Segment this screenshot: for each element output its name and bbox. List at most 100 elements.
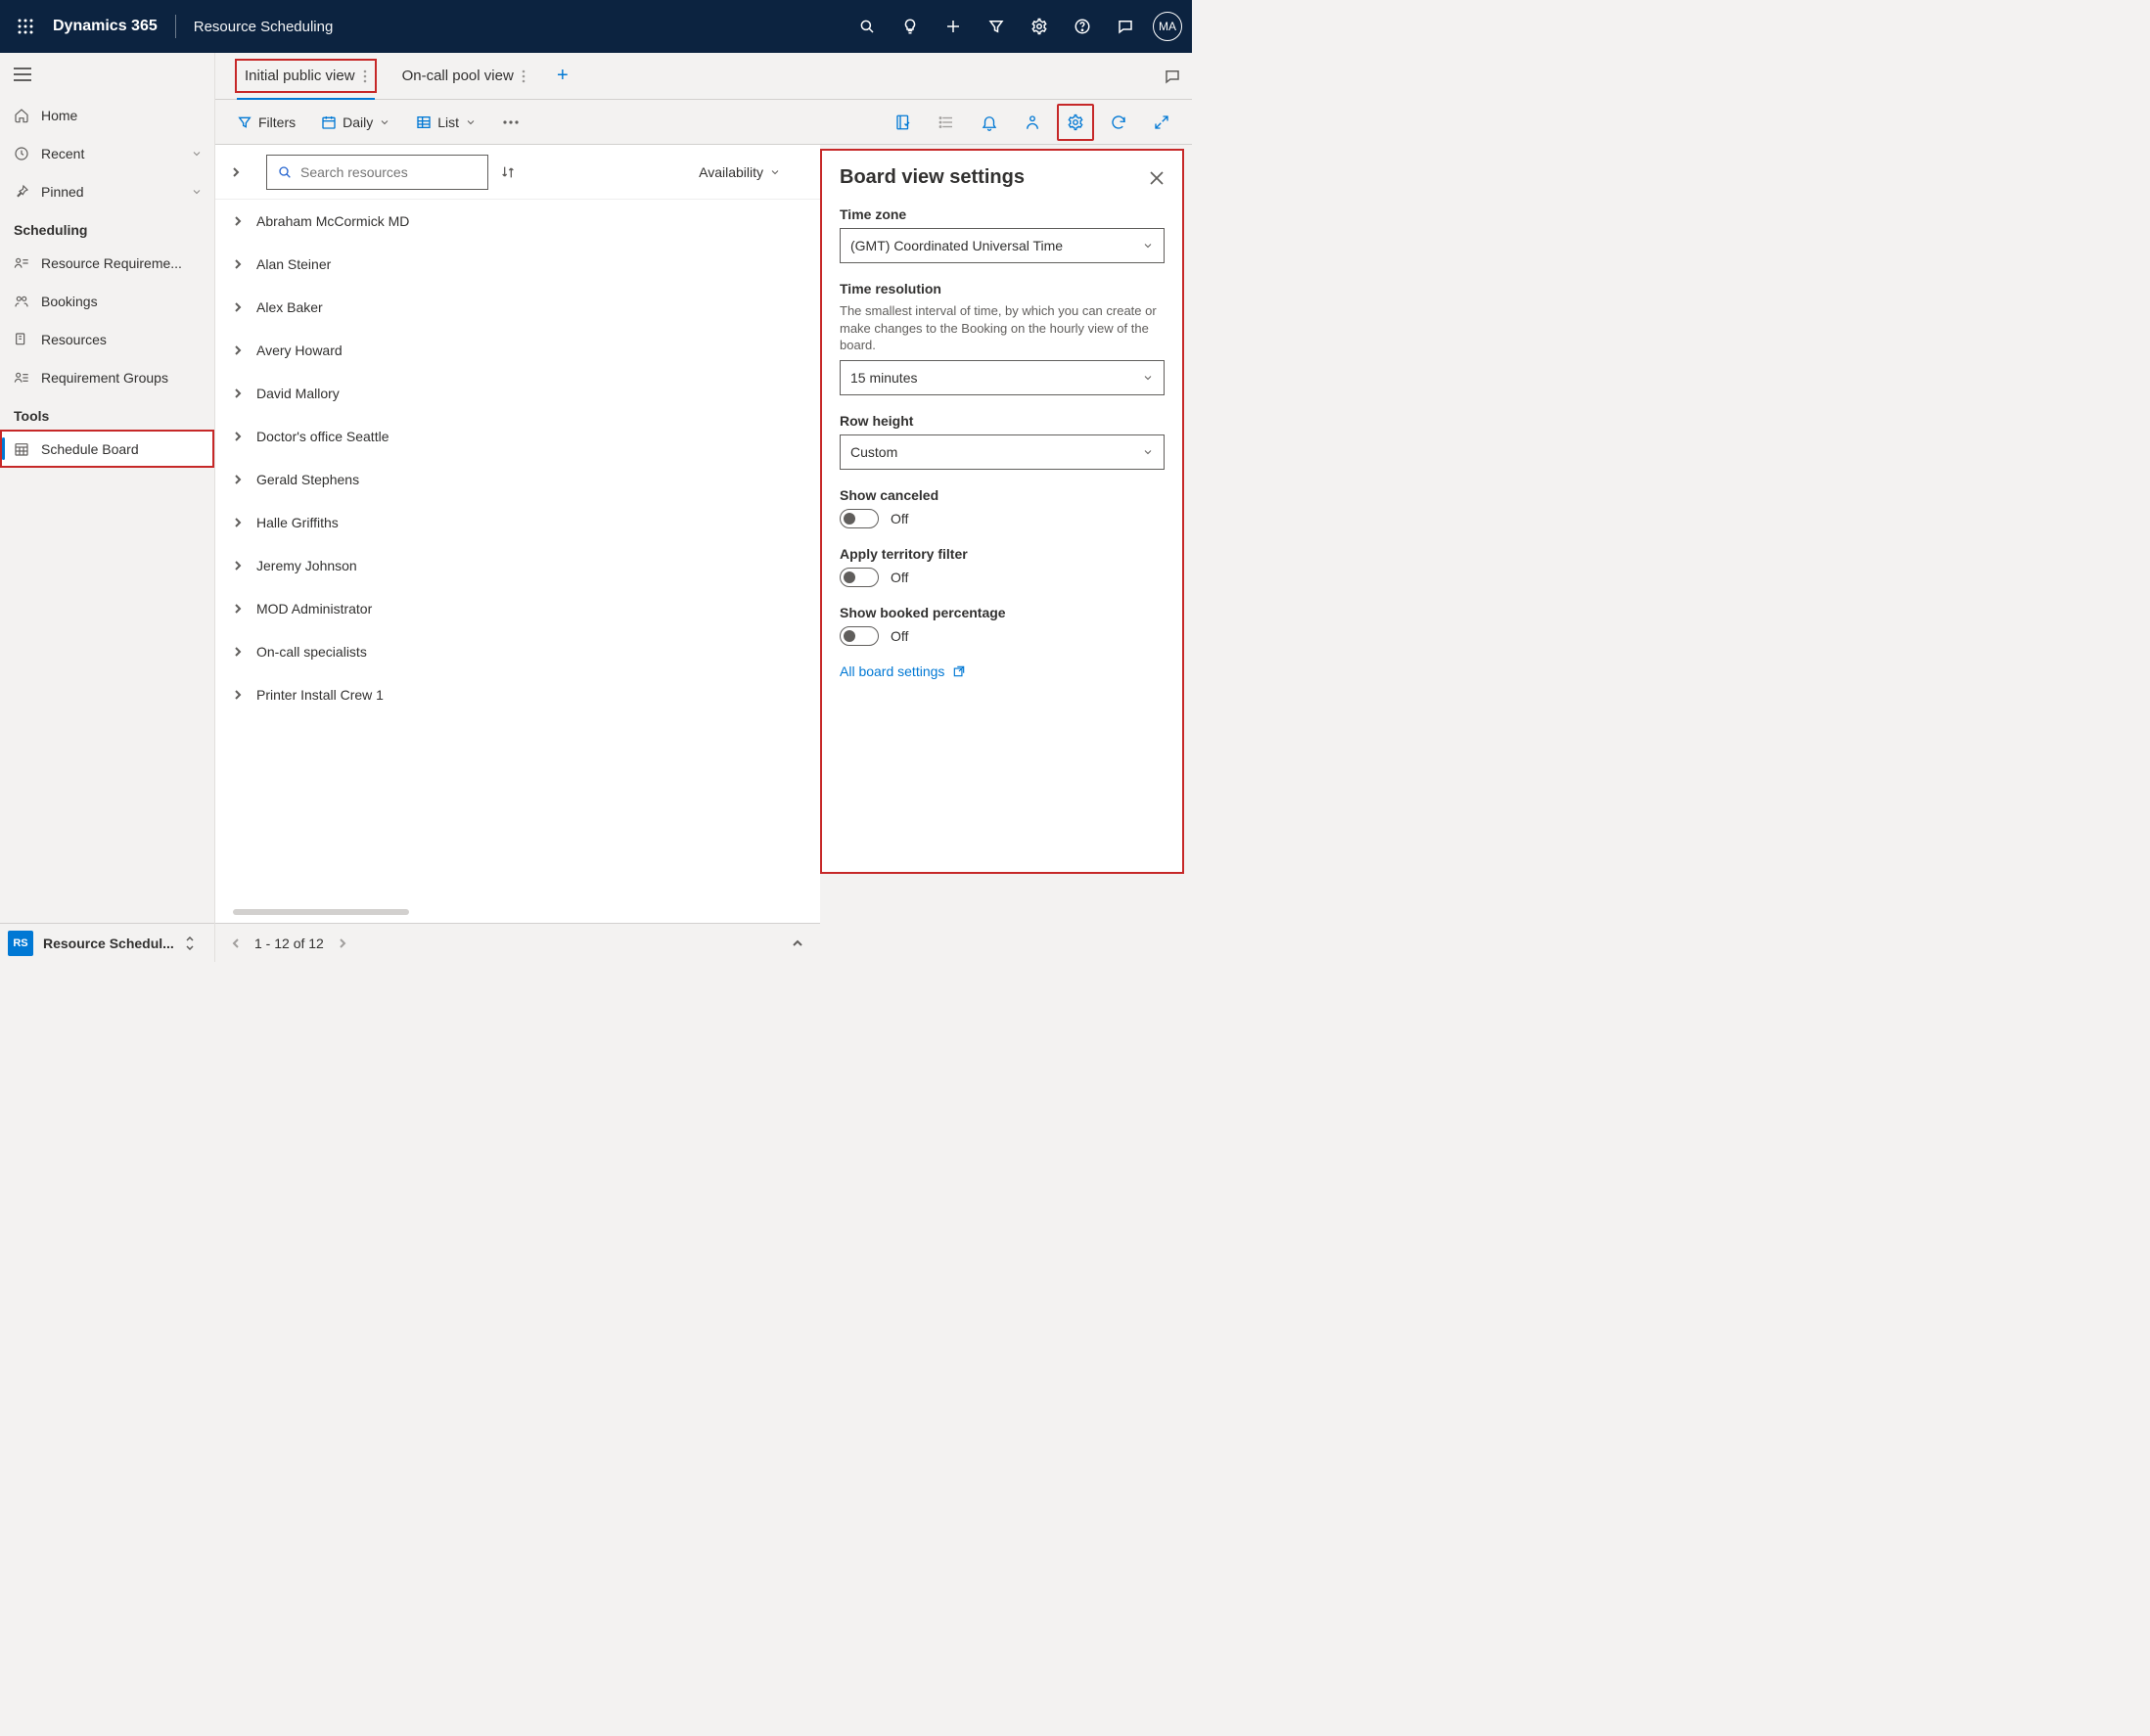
product-title[interactable]: Resource Scheduling [194, 19, 334, 35]
chevron-right-icon[interactable] [233, 689, 243, 701]
booked-percentage-toggle[interactable] [840, 626, 879, 646]
all-board-settings-link[interactable]: All board settings [840, 663, 1165, 679]
tab-on-call-pool-view[interactable]: On-call pool view [385, 53, 543, 99]
expand-updown-icon[interactable] [184, 937, 196, 950]
resource-row[interactable]: Gerald Stephens [215, 458, 820, 501]
row-height-select[interactable]: Custom [840, 434, 1165, 470]
board-settings-icon[interactable] [1057, 104, 1094, 141]
book-icon[interactable] [885, 104, 922, 141]
expand-icon[interactable] [1143, 104, 1180, 141]
nav-pinned[interactable]: Pinned [0, 172, 214, 210]
nav-collapse-button[interactable] [0, 53, 214, 96]
chevron-right-icon[interactable] [233, 474, 243, 485]
chevron-right-icon[interactable] [233, 301, 243, 313]
chevron-right-icon[interactable] [233, 258, 243, 270]
chevron-right-icon[interactable] [233, 646, 243, 658]
sort-icon[interactable] [500, 164, 516, 180]
close-icon[interactable] [1149, 170, 1165, 186]
nav-section-tools: Tools [0, 396, 214, 430]
chevron-right-icon[interactable] [233, 517, 243, 528]
resource-row[interactable]: Halle Griffiths [215, 501, 820, 544]
resource-row[interactable]: Jeremy Johnson [215, 544, 820, 587]
waffle-launcher[interactable] [6, 7, 45, 46]
chevron-right-icon[interactable] [233, 603, 243, 615]
time-resolution-help: The smallest interval of time, by which … [840, 302, 1165, 354]
horizontal-scrollbar[interactable] [233, 909, 409, 915]
resource-row[interactable]: Avery Howard [215, 329, 820, 372]
settings-icon[interactable] [1018, 5, 1061, 48]
resource-name: Jeremy Johnson [256, 558, 357, 573]
resource-name: On-call specialists [256, 644, 367, 660]
territory-filter-toggle[interactable] [840, 568, 879, 587]
chevron-right-icon[interactable] [233, 560, 243, 571]
territory-filter-label: Apply territory filter [840, 546, 1165, 562]
search-resources-input[interactable] [266, 155, 488, 190]
resource-row[interactable]: Alex Baker [215, 286, 820, 329]
nav-recent[interactable]: Recent [0, 134, 214, 172]
resource-row[interactable]: Doctor's office Seattle [215, 415, 820, 458]
resource-name: David Mallory [256, 386, 340, 401]
person-icon[interactable] [1014, 104, 1051, 141]
bell-icon[interactable] [971, 104, 1008, 141]
lightbulb-icon[interactable] [889, 5, 932, 48]
panel-title: Board view settings [840, 166, 1025, 189]
resource-row[interactable]: David Mallory [215, 372, 820, 415]
more-tool-button[interactable] [492, 106, 529, 139]
tab-more-icon[interactable] [522, 69, 526, 83]
nav-section-scheduling: Scheduling [0, 210, 214, 244]
resource-name: MOD Administrator [256, 601, 372, 617]
resource-row[interactable]: Abraham McCormick MD [215, 200, 820, 243]
expand-all-button[interactable] [231, 166, 254, 178]
resource-row[interactable]: On-call specialists [215, 630, 820, 673]
app-badge: RS [8, 931, 33, 956]
resource-name: Alan Steiner [256, 256, 331, 272]
availability-dropdown[interactable]: Availability [699, 164, 793, 180]
chevron-right-icon[interactable] [233, 431, 243, 442]
add-tab-button[interactable]: + [543, 53, 582, 99]
booked-percentage-label: Show booked percentage [840, 605, 1165, 620]
list-icon[interactable] [928, 104, 965, 141]
timezone-select[interactable]: (GMT) Coordinated Universal Time [840, 228, 1165, 263]
panel-chat-icon[interactable] [1153, 68, 1192, 85]
pager-collapse-button[interactable] [791, 937, 804, 949]
chevron-down-icon [191, 186, 203, 198]
add-icon[interactable] [932, 5, 975, 48]
nav-bookings[interactable]: Bookings [0, 282, 214, 320]
app-picker[interactable]: Resource Schedul... [43, 936, 174, 951]
search-icon [277, 164, 293, 180]
nav-home[interactable]: Home [0, 96, 214, 134]
nav-requirement-groups[interactable]: Requirement Groups [0, 358, 214, 396]
pager-next-button[interactable] [338, 937, 347, 949]
popout-icon [952, 664, 966, 678]
nav-resources[interactable]: Resources [0, 320, 214, 358]
tab-initial-public-view[interactable]: Initial public view [227, 53, 385, 99]
chevron-right-icon[interactable] [233, 344, 243, 356]
people-list-icon [14, 255, 29, 271]
time-resolution-select[interactable]: 15 minutes [840, 360, 1165, 395]
resource-row[interactable]: MOD Administrator [215, 587, 820, 630]
resource-row[interactable]: Printer Install Crew 1 [215, 673, 820, 716]
chat-icon[interactable] [1104, 5, 1147, 48]
chevron-right-icon[interactable] [233, 388, 243, 399]
filters-button[interactable]: Filters [227, 106, 305, 139]
nav-schedule-board[interactable]: Schedule Board [0, 430, 214, 468]
timezone-label: Time zone [840, 206, 1165, 222]
list-dropdown[interactable]: List [406, 106, 486, 139]
nav-label: Resources [41, 332, 107, 347]
daily-dropdown[interactable]: Daily [311, 106, 400, 139]
help-icon[interactable] [1061, 5, 1104, 48]
resource-row[interactable]: Alan Steiner [215, 243, 820, 286]
nav-resource-requirements[interactable]: Resource Requireme... [0, 244, 214, 282]
tab-more-icon[interactable] [363, 69, 367, 83]
resource-name: Halle Griffiths [256, 515, 339, 530]
show-canceled-toggle[interactable] [840, 509, 879, 528]
calendar-icon [321, 114, 337, 130]
chevron-right-icon[interactable] [233, 215, 243, 227]
brand-title[interactable]: Dynamics 365 [45, 18, 175, 35]
search-field[interactable] [300, 164, 478, 180]
refresh-icon[interactable] [1100, 104, 1137, 141]
search-icon[interactable] [846, 5, 889, 48]
filter-icon[interactable] [975, 5, 1018, 48]
pager-prev-button[interactable] [231, 937, 241, 949]
user-avatar[interactable]: MA [1153, 12, 1182, 41]
